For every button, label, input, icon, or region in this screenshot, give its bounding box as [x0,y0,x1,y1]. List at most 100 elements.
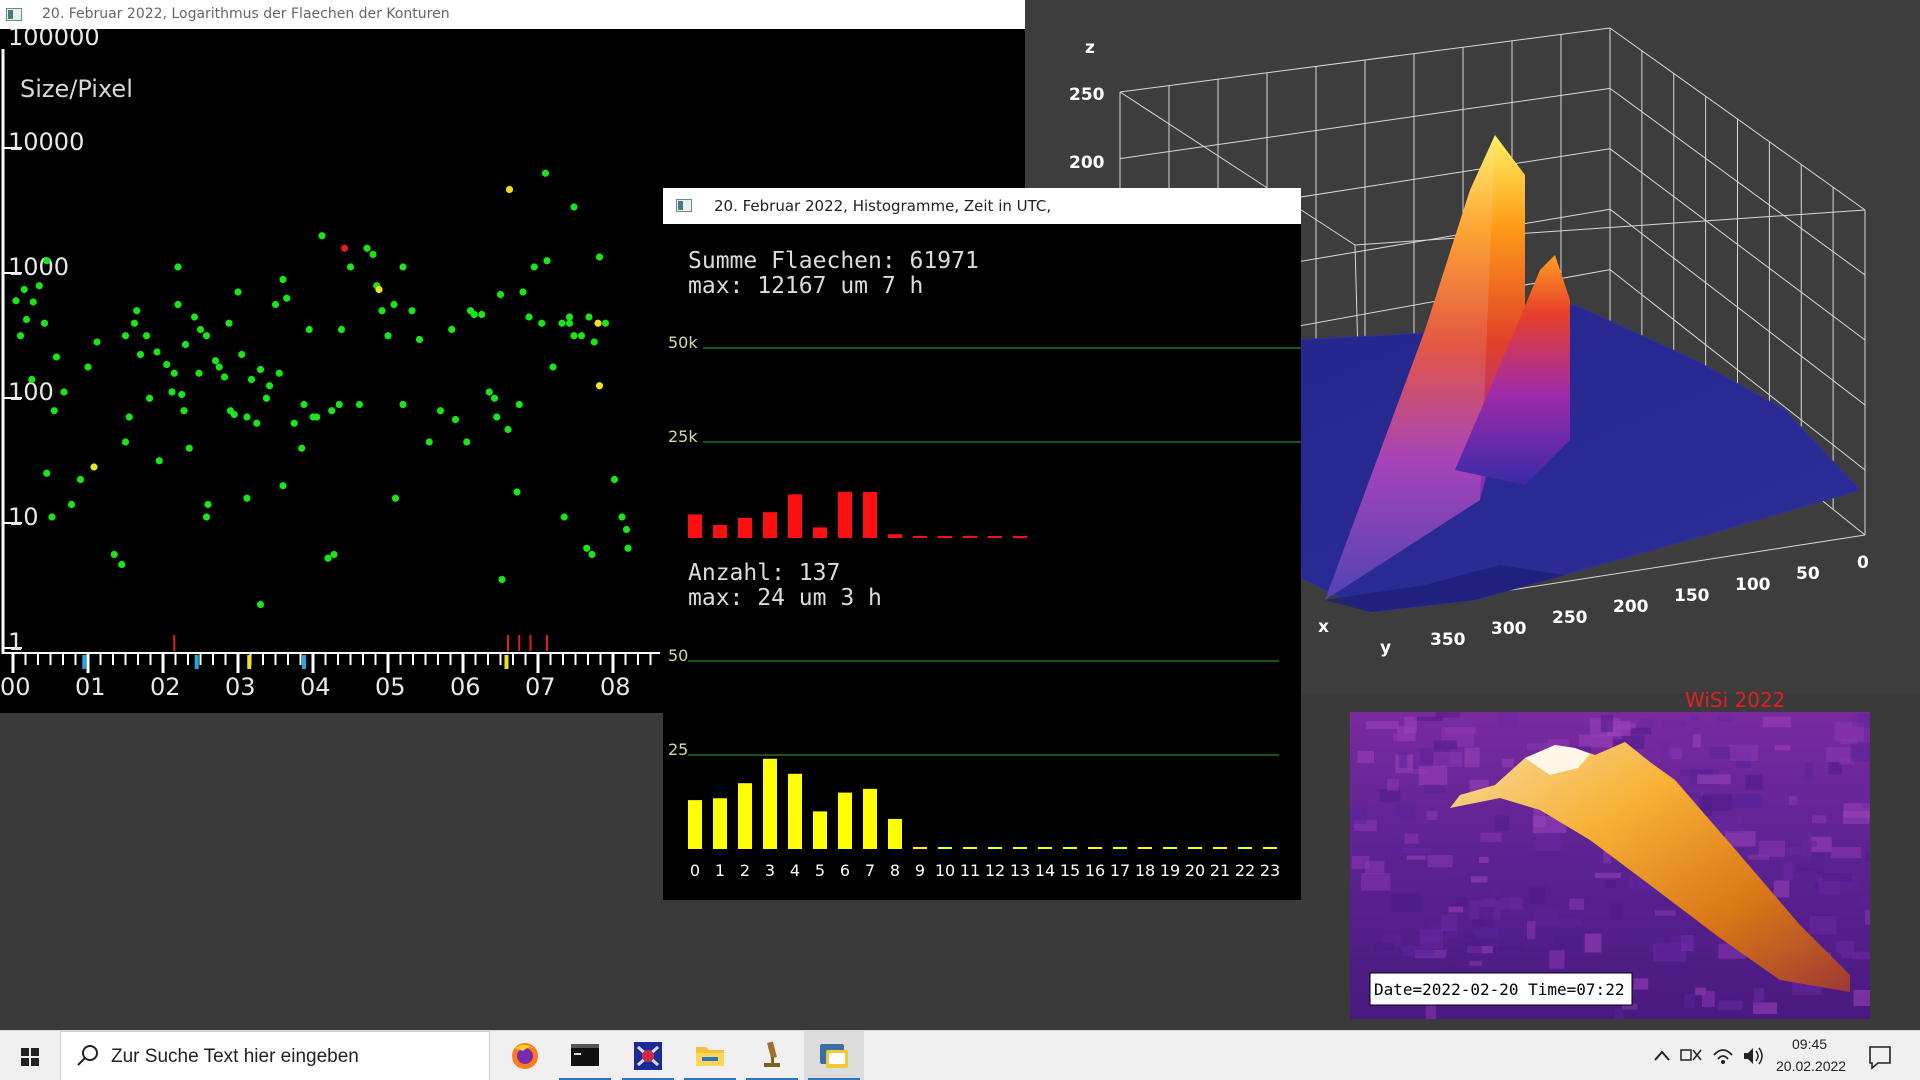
contour-point [40,319,49,327]
contour-point [271,300,280,309]
area-summary-line2: max: 12167 um 7 h [688,273,923,299]
noise-patch [1497,712,1518,728]
title-bar[interactable]: 20. Februar 2022, Logarithmus der Flaech… [0,0,1025,29]
noise-patch [1727,794,1761,806]
contour-point [504,425,512,434]
window-title: 20. Februar 2022, Histogramme, Zeit in U… [714,197,1052,215]
timestamp-stamp: Date=2022-02-20 Time=07:22 [1374,980,1624,999]
clock-date[interactable]: 20.02.2022 [1776,1058,1846,1074]
taskbar-media-player[interactable] [618,1031,678,1080]
contour-point [279,482,287,490]
contour-point [196,325,205,334]
contour-point [496,290,505,299]
contour-point [43,257,51,265]
z-tick-label: 250 [1069,85,1105,105]
taskbar: Zur Suche Text hier eingeben 09:45 20.02… [0,1030,1920,1080]
count-bar [813,811,827,849]
python-icon [820,1044,848,1068]
noise-patch [1745,774,1763,790]
noise-patch [1584,933,1602,953]
clock-time[interactable]: 09:45 [1792,1036,1827,1052]
histogram-window[interactable]: 20. Februar 2022, Histogramme, Zeit in U… [663,188,1301,900]
volume-icon[interactable] [1740,1031,1766,1080]
noise-patch [1528,885,1546,904]
hour-label: 5 [815,861,825,880]
noise-patch [1387,778,1399,791]
taskbar-microscope[interactable] [742,1031,802,1080]
noise-patch [1638,719,1655,729]
contour-point [180,407,188,415]
contour-point [436,407,445,415]
contour-point [538,319,546,327]
noise-patch [1835,940,1855,954]
taskbar-python[interactable] [804,1031,864,1080]
contour-point [202,332,211,340]
start-button[interactable] [0,1031,60,1080]
contour-point [204,500,212,509]
contour-point [513,488,521,496]
contour-point [136,350,145,359]
noise-patch [1401,945,1434,957]
contour-point [185,444,193,452]
taskbar-file-explorer[interactable] [680,1031,740,1080]
noise-patch [1785,847,1806,856]
colored-tick [82,655,87,669]
y-tick-label: 250 [1552,608,1588,628]
notification-icon[interactable] [1860,1031,1900,1080]
wisi-spectrogram-window[interactable]: WiSi 2022 Date=2022-02-20 Time=07:22 [1350,688,1899,1021]
count-tick-label: 50 [668,646,688,665]
noise-patch [1425,1003,1436,1021]
noise-patch [1480,832,1502,842]
contour-point [570,203,578,211]
noise-patch [1662,720,1687,727]
noise-patch [1351,855,1370,870]
count-summary-line1: Anzahl: 137 [688,560,840,586]
contour-point [618,513,626,521]
noise-patch [1418,766,1448,786]
contour-point [577,332,586,340]
y-tick-label: 10 [8,503,39,531]
contour-point [234,288,242,296]
contour-point [622,525,631,534]
noise-patch [1501,758,1514,768]
noise-patch [1610,901,1623,921]
noise-patch [1553,937,1582,950]
contour-point [583,544,591,552]
hour-label: 17 [1110,861,1130,880]
contour-point [43,469,51,477]
noise-patch [1497,946,1524,952]
taskbar-terminal[interactable] [555,1031,615,1080]
hour-label: 7 [865,861,875,880]
taskbar-search-box[interactable]: Zur Suche Text hier eingeben [60,1031,490,1080]
count-bar [738,783,752,849]
count-bar [688,800,702,849]
z-tick-label: 200 [1069,153,1105,173]
highlight-point [90,463,98,471]
contour-point [588,550,596,559]
contour-point [328,407,336,415]
taskbar-firefox[interactable] [495,1031,555,1080]
noise-patch [1500,897,1523,910]
search-icon [77,1045,98,1066]
noise-patch [1804,762,1813,780]
contour-point [525,313,533,321]
contour-point [226,407,235,415]
area-tick-label: 25k [668,427,698,446]
chevron-up-icon[interactable] [1652,1031,1672,1080]
microscope-icon [764,1041,780,1067]
hour-label: 22 [1235,861,1255,880]
contour-point [121,438,130,446]
contour-point [560,513,568,521]
contour-point [369,250,377,259]
colored-tick [504,655,509,669]
input-language-icon[interactable] [1678,1031,1704,1080]
app-window-icon [6,8,22,21]
noise-patch [1578,734,1613,748]
noise-patch [1502,749,1514,756]
title-bar[interactable]: 20. Februar 2022, Histogramme, Zeit in U… [663,188,1301,224]
count-bar [888,818,902,849]
colored-tick [194,655,199,669]
wifi-icon[interactable] [1710,1031,1736,1080]
file-explorer-icon [696,1047,724,1066]
noise-patch [1762,716,1791,728]
